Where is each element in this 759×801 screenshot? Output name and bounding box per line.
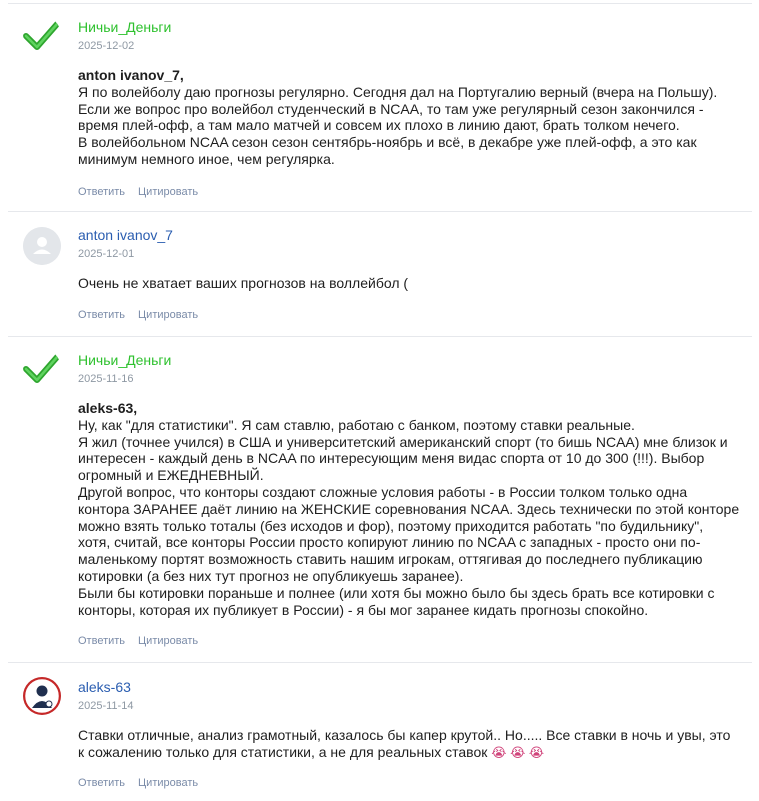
avatar[interactable] <box>23 349 61 387</box>
comment-item: aleks-63 2025-11-14 Ставки отличные, ана… <box>8 662 752 801</box>
comment-line: маленькому портят возможность ставить на… <box>78 551 703 568</box>
avatar[interactable] <box>23 677 61 715</box>
comment-actions: Ответить Цитировать <box>78 309 198 321</box>
checkmark-icon <box>23 20 61 50</box>
comment-line: Очень не хватает ваших прогнозов на волл… <box>78 275 409 291</box>
comment-author[interactable]: anton ivanov_7 <box>78 227 173 243</box>
quote-button[interactable]: Цитировать <box>138 635 198 647</box>
comment-body: aleks-63, Ну, как "для статистики". Я са… <box>78 400 748 618</box>
checkmark-icon <box>23 353 61 383</box>
default-user-icon <box>23 227 61 265</box>
reply-button[interactable]: Ответить <box>78 635 125 647</box>
comment-line: огромный и ЕЖЕДНЕВНЫЙ. <box>78 467 264 484</box>
comment-actions: Ответить Цитировать <box>78 777 198 789</box>
quote-author: aleks-63, <box>78 400 138 416</box>
avatar[interactable] <box>23 227 61 265</box>
reply-button[interactable]: Ответить <box>78 777 125 789</box>
comment-line: контора ЗАРАНЕЕ даёт линию на ЖЕНСКИЕ со… <box>78 500 740 517</box>
comment-line: Ну, как "для статистики". Я сам ставлю, … <box>78 416 635 433</box>
comment-line: котировки (а без них тут прогноз не опуб… <box>78 567 464 584</box>
comment-line: Я по волейболу даю прогнозы регулярно. С… <box>78 83 718 100</box>
comment-item: Ничьи_Деньги 2025-11-16 aleks-63, Ну, ка… <box>8 336 752 662</box>
quote-button[interactable]: Цитировать <box>138 309 198 321</box>
comment-date: 2025-12-01 <box>78 248 135 260</box>
comment-author[interactable]: Ничьи_Деньги <box>78 19 171 35</box>
comment-line: В волейбольном NCAA сезон сезон сентябрь… <box>78 134 697 151</box>
comment-date: 2025-12-02 <box>78 40 135 52</box>
reply-button[interactable]: Ответить <box>78 186 125 198</box>
comment-line: Были бы котировки пораньше и полнее (или… <box>78 584 715 601</box>
comment-date: 2025-11-14 <box>78 700 134 712</box>
comment-body: Ставки отличные, анализ грамотный, казал… <box>78 727 748 762</box>
comment-line: к сожалению только для статистики, а не … <box>78 744 748 762</box>
quote-author: anton ivanov_7, <box>78 67 184 83</box>
quote-button[interactable]: Цитировать <box>138 186 198 198</box>
comment-line: интересен - каждый день в NCAA по интере… <box>78 450 705 467</box>
avatar[interactable] <box>23 16 61 54</box>
quote-button[interactable]: Цитировать <box>138 777 198 789</box>
comment-line: Я жил (точнее учился) в США и университе… <box>78 433 728 450</box>
comment-item: Ничьи_Деньги 2025-12-02 anton ivanov_7, … <box>8 3 752 211</box>
comment-line: минимум немного иное, чем регулярка. <box>78 150 335 167</box>
comment-item: anton ivanov_7 2025-12-01 Очень не хвата… <box>8 211 752 336</box>
user-silhouette-icon <box>23 677 61 715</box>
comment-line: Другой вопрос, что конторы создают сложн… <box>78 483 688 500</box>
comment-author[interactable]: Ничьи_Деньги <box>78 352 171 368</box>
comment-line: Если же вопрос про волейбол студенческий… <box>78 100 704 117</box>
comment-line: Ставки отличные, анализ грамотный, казал… <box>78 727 731 743</box>
reply-button[interactable]: Ответить <box>78 309 125 321</box>
comment-line: можно взять только тоталы (без исходов и… <box>78 517 704 534</box>
comment-author[interactable]: aleks-63 <box>78 679 131 695</box>
comment-line-text: к сожалению только для статистики, а не … <box>78 743 488 760</box>
comment-body: Очень не хватает ваших прогнозов на волл… <box>78 275 748 292</box>
comment-actions: Ответить Цитировать <box>78 635 198 647</box>
comment-line: хотя, считай, все конторы России просто … <box>78 534 701 551</box>
comment-line: конторы, которая их публикует в России) … <box>78 601 649 618</box>
comment-line: время плей-офф, а там мало матчей и совс… <box>78 117 680 134</box>
comment-actions: Ответить Цитировать <box>78 186 198 198</box>
crying-emoji-icon: 😭 😭 😭 <box>491 744 545 760</box>
comment-body: anton ivanov_7, Я по волейболу даю прогн… <box>78 67 748 168</box>
comment-date: 2025-11-16 <box>78 373 134 385</box>
